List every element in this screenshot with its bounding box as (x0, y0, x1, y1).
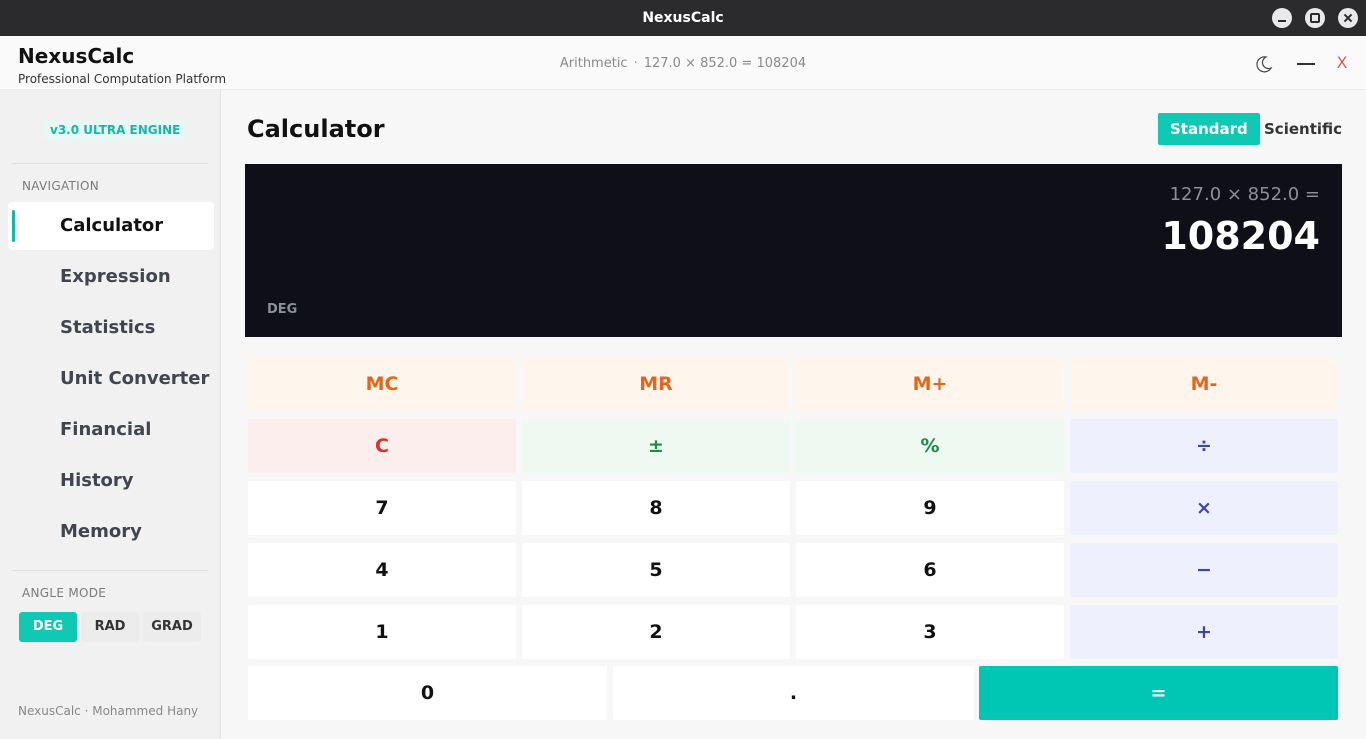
sidebar-item-expression[interactable]: Expression (8, 253, 214, 301)
clear-button[interactable]: C (248, 419, 516, 473)
status-expression: 127.0 × 852.0 = 108204 (643, 56, 807, 71)
brand-tagline: Professional Computation Platform (18, 72, 227, 86)
window-close-button[interactable] (1338, 8, 1358, 28)
sidebar-item-statistics[interactable]: Statistics (8, 304, 214, 352)
sidebar-divider (12, 163, 208, 164)
percent-button[interactable]: % (796, 419, 1064, 473)
plus-button[interactable]: + (1070, 605, 1338, 659)
window-titlebar: NexusCalc (0, 0, 1366, 36)
status-mode: Arithmetic (559, 56, 628, 71)
sidebar-item-memory[interactable]: Memory (8, 508, 214, 556)
digit-2-button[interactable]: 2 (522, 605, 790, 659)
app-minimize-button[interactable] (1297, 63, 1315, 65)
multiply-button[interactable]: × (1070, 481, 1338, 535)
memory-clear-button[interactable]: MC (248, 357, 516, 411)
digit-0-button[interactable]: 0 (248, 666, 607, 720)
window-maximize-button[interactable] (1305, 8, 1325, 28)
memory-recall-button[interactable]: MR (522, 357, 790, 411)
digit-4-button[interactable]: 4 (248, 543, 516, 597)
sidebar: v3.0 ULTRA ENGINE NAVIGATION Calculator … (0, 90, 221, 739)
page-title: Calculator (247, 115, 385, 143)
moon-icon[interactable] (1255, 55, 1273, 73)
app-close-button[interactable]: X (1334, 52, 1350, 74)
digit-8-button[interactable]: 8 (522, 481, 790, 535)
sidebar-item-history[interactable]: History (8, 457, 214, 505)
sidebar-item-unit-converter[interactable]: Unit Converter (8, 355, 214, 403)
sidebar-item-calculator[interactable]: Calculator (8, 202, 214, 250)
window-minimize-button[interactable] (1272, 8, 1292, 28)
memory-add-button[interactable]: M+ (796, 357, 1064, 411)
tab-standard[interactable]: Standard (1158, 113, 1260, 145)
angle-rad-button[interactable]: RAD (81, 612, 139, 642)
status-separator: · (633, 56, 638, 71)
header-status: Arithmetic · 127.0 × 852.0 = 108204 (0, 56, 1366, 71)
main-content: Calculator Standard Scientific 127.0 × 8… (221, 90, 1366, 739)
angle-deg-button[interactable]: DEG (19, 612, 77, 642)
version-badge: v3.0 ULTRA ENGINE (42, 119, 189, 141)
display-result: 108204 (1161, 214, 1320, 258)
memory-subtract-button[interactable]: M- (1070, 357, 1338, 411)
tab-scientific[interactable]: Scientific (1252, 113, 1354, 145)
navigation-label: NAVIGATION (22, 179, 100, 193)
digit-7-button[interactable]: 7 (248, 481, 516, 535)
app-header: NexusCalc Professional Computation Platf… (0, 36, 1366, 90)
angle-grad-button[interactable]: GRAD (143, 612, 201, 642)
digit-6-button[interactable]: 6 (796, 543, 1064, 597)
divide-button[interactable]: ÷ (1070, 419, 1338, 473)
sidebar-divider (12, 570, 208, 571)
digit-5-button[interactable]: 5 (522, 543, 790, 597)
decimal-point-button[interactable]: . (613, 666, 974, 720)
digit-9-button[interactable]: 9 (796, 481, 1064, 535)
digit-1-button[interactable]: 1 (248, 605, 516, 659)
calculator-display: 127.0 × 852.0 = 108204 DEG (245, 164, 1342, 337)
equals-button[interactable]: = (979, 666, 1338, 720)
sidebar-footer: NexusCalc · Mohammed Hany (18, 704, 199, 718)
minus-button[interactable]: − (1070, 543, 1338, 597)
display-expression: 127.0 × 852.0 = (1169, 184, 1320, 205)
window-title: NexusCalc (642, 10, 724, 26)
plus-minus-button[interactable]: ± (522, 419, 790, 473)
sidebar-item-financial[interactable]: Financial (8, 406, 214, 454)
angle-mode-label: ANGLE MODE (22, 586, 107, 600)
display-angle-mode: DEG (267, 302, 298, 317)
digit-3-button[interactable]: 3 (796, 605, 1064, 659)
